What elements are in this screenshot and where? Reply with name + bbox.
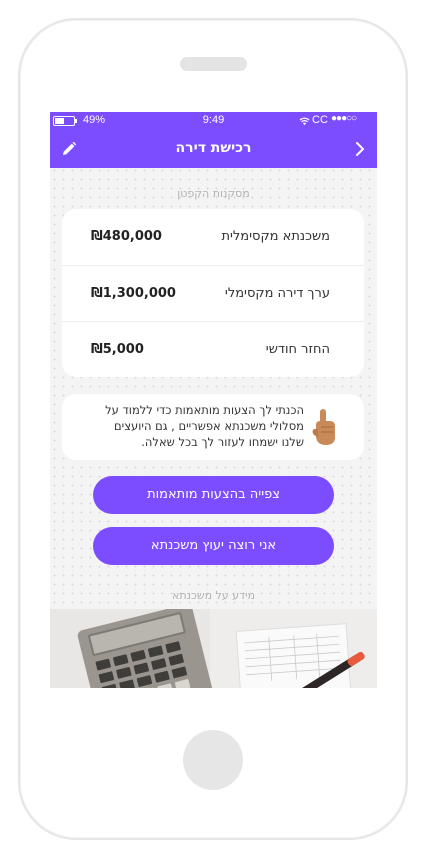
conclusion-row-monthly-payment: החזר חודשי ₪5,000 bbox=[62, 321, 364, 377]
chevron-right-icon[interactable] bbox=[353, 140, 367, 158]
info-line: שלנו ישמחו לעזור לך בכל שאלה. bbox=[141, 435, 304, 449]
status-bar: 49% 9:49 CC ●●●○○ bbox=[50, 112, 377, 130]
home-button[interactable] bbox=[183, 730, 243, 790]
app-screen: 49% 9:49 CC ●●●○○ רכישת דירה מסקנות הקפט… bbox=[50, 112, 377, 688]
calculator-photo bbox=[50, 609, 377, 688]
conclusions-card: משכנתא מקסימלית ₪480,000 ערך דירה מקסימל… bbox=[62, 209, 364, 377]
view-offers-button[interactable]: צפייה בהצעות מותאמות bbox=[93, 476, 334, 514]
info-line: הכנתי לך הצעות מותאמות כדי ללמוד על bbox=[105, 403, 304, 417]
conclusion-row-max-mortgage: משכנתא מקסימלית ₪480,000 bbox=[62, 209, 364, 265]
row-value: ₪1,300,000 bbox=[91, 286, 176, 301]
mortgage-info-image[interactable] bbox=[50, 609, 377, 688]
page-title: רכישת דירה bbox=[175, 140, 252, 156]
conclusions-heading: מסקנות הקפטן bbox=[177, 187, 250, 200]
row-label: משכנתא מקסימלית bbox=[221, 229, 330, 244]
signal-strength: ●●●○○ bbox=[331, 113, 357, 124]
info-message: הכנתי לך הצעות מותאמות כדי ללמוד על מסלו… bbox=[62, 394, 364, 460]
mortgage-advice-button[interactable]: אני רוצה יעוץ משכנתא bbox=[93, 527, 334, 565]
conclusion-row-max-home-value: ערך דירה מקסימלי ₪1,300,000 bbox=[62, 265, 364, 321]
mortgage-info-heading: מידע על משכנתא bbox=[171, 589, 256, 602]
info-text: הכנתי לך הצעות מותאמות כדי ללמוד על מסלו… bbox=[68, 402, 304, 450]
wifi-icon bbox=[299, 117, 310, 126]
nav-bar: רכישת דירה bbox=[50, 130, 377, 168]
row-value: ₪5,000 bbox=[91, 342, 144, 357]
row-label: החזר חודשי bbox=[265, 342, 330, 357]
carrier-name: CC bbox=[312, 114, 328, 126]
info-line: מסלולי משכנתא אפשריים , גם היועצים bbox=[114, 419, 304, 433]
row-label: ערך דירה מקסימלי bbox=[224, 286, 330, 301]
phone-speaker bbox=[180, 57, 247, 71]
row-value: ₪480,000 bbox=[91, 229, 162, 244]
pointing-hand-icon bbox=[312, 409, 335, 445]
